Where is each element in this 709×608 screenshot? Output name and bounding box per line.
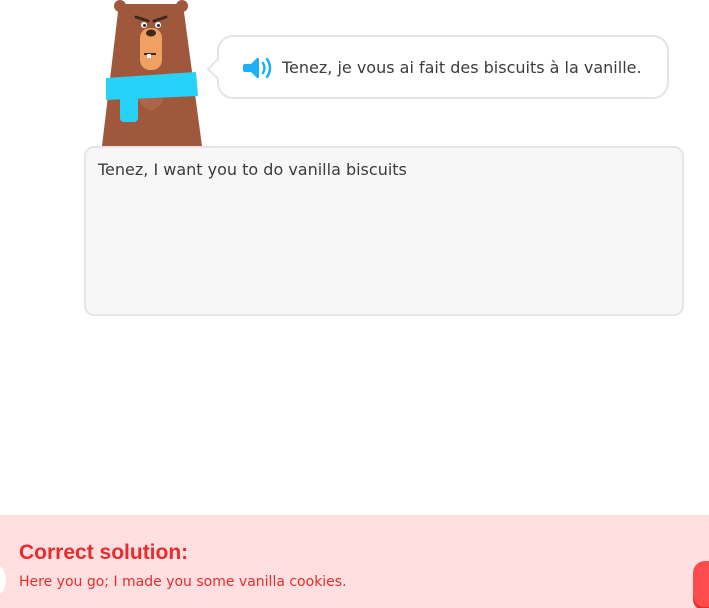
speaker-icon[interactable] xyxy=(243,56,273,80)
bear-character-illustration xyxy=(102,0,202,146)
speech-bubble-tail xyxy=(206,57,230,81)
continue-button[interactable] xyxy=(693,561,709,607)
speech-bubble: Tenez, je vous ai fait des biscuits à la… xyxy=(206,35,669,99)
prompt-sentence: Tenez, je vous ai fait des biscuits à la… xyxy=(282,58,642,77)
feedback-footer: Correct solution: Here you go; I made yo… xyxy=(0,515,709,608)
feedback-edge-marker xyxy=(0,565,6,595)
exercise-stage: Tenez, je vous ai fait des biscuits à la… xyxy=(0,0,709,608)
answer-textarea[interactable]: Tenez, I want you to do vanilla biscuits xyxy=(84,146,684,316)
feedback-title: Correct solution: xyxy=(19,541,189,564)
correct-solution-text: Here you go; I made you some vanilla coo… xyxy=(19,574,347,590)
